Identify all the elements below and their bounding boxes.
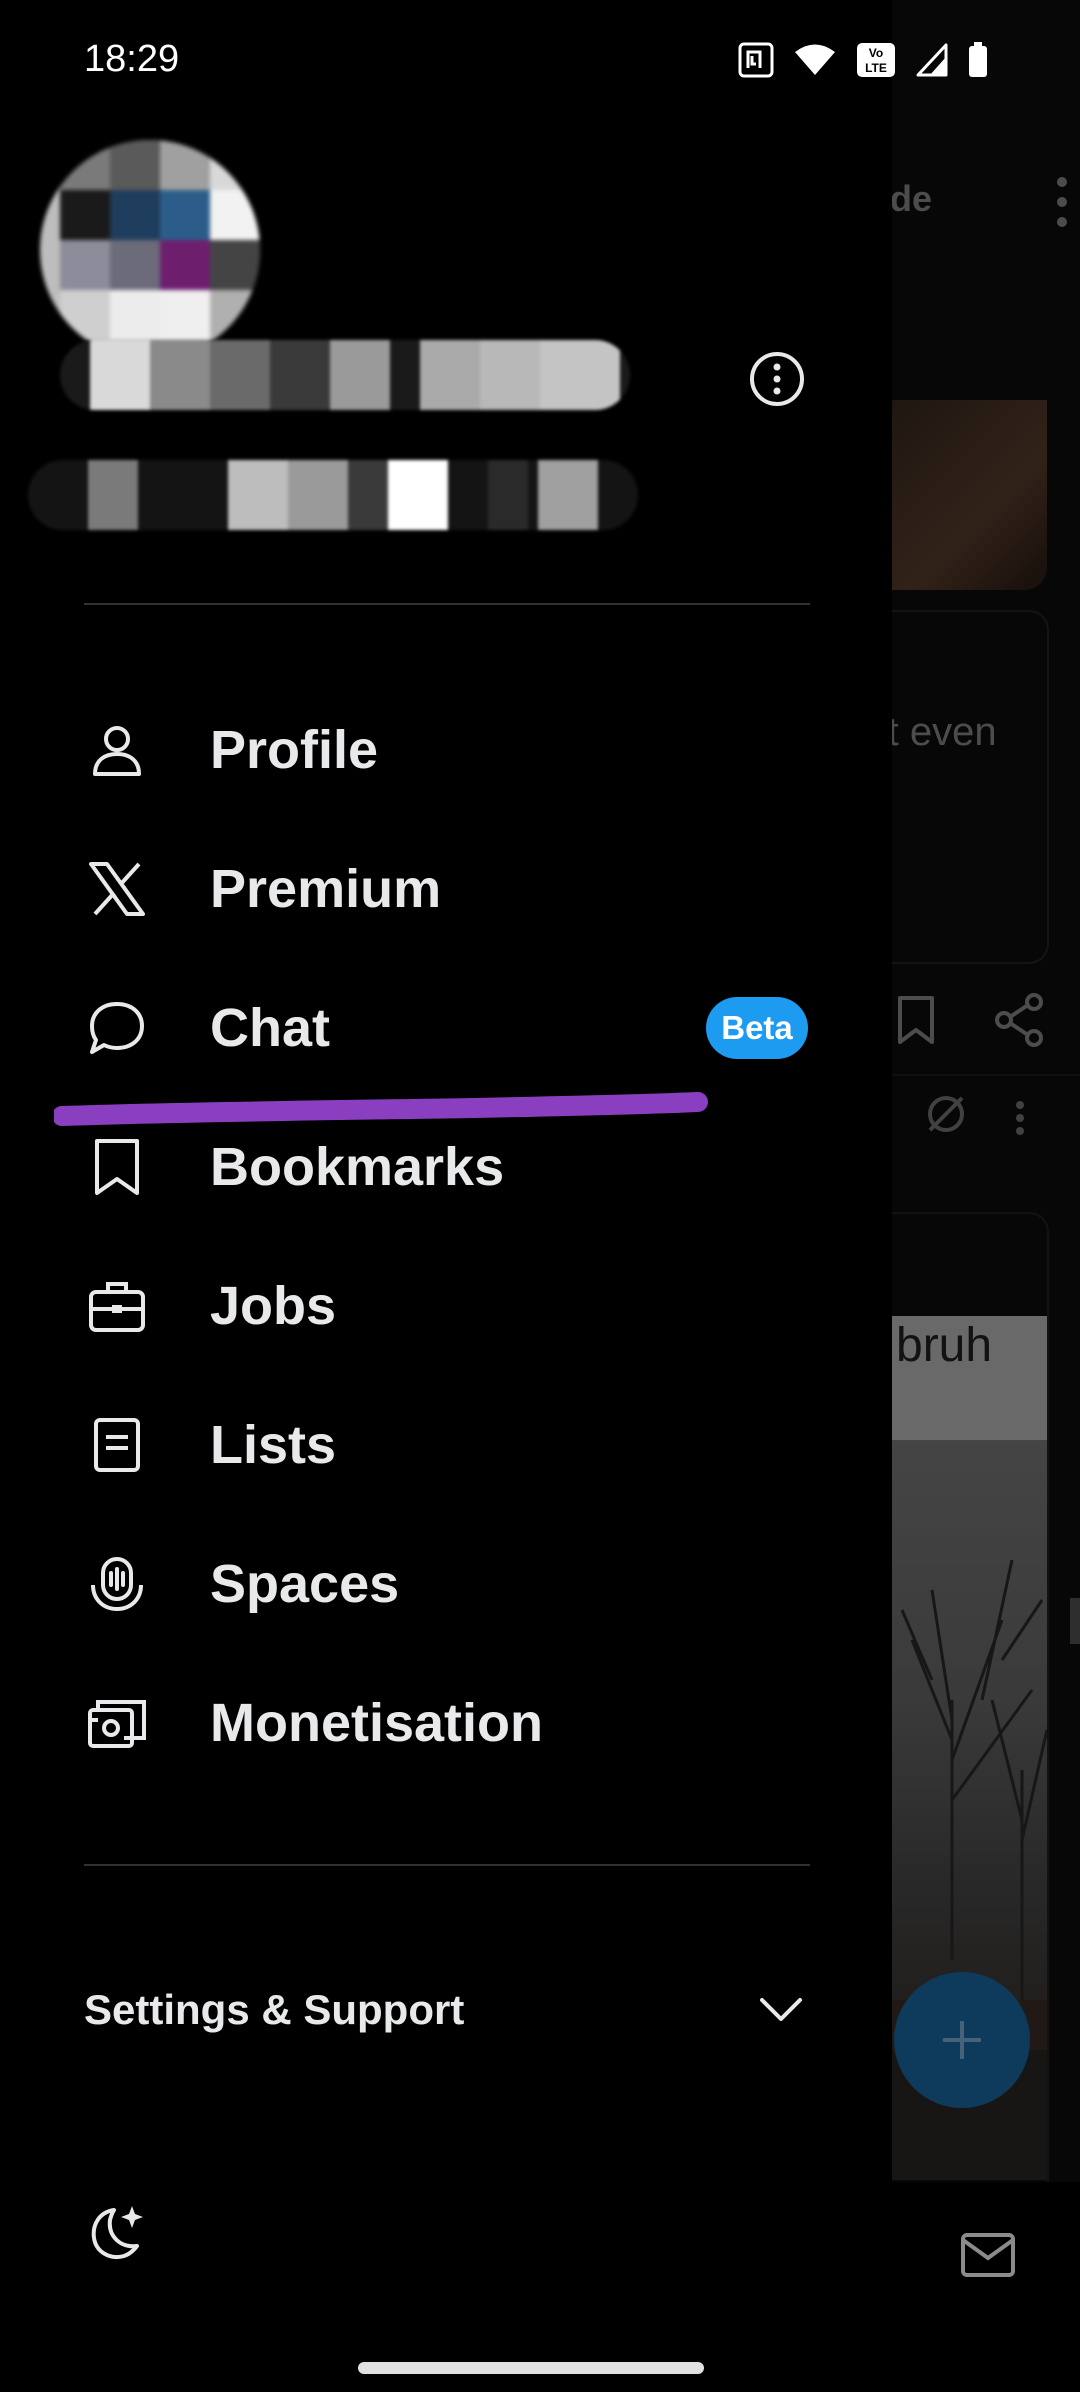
menu-label-profile: Profile	[210, 719, 379, 780]
battery-icon	[969, 42, 987, 77]
money-icon	[84, 1690, 150, 1756]
avatar[interactable]	[40, 140, 260, 360]
svg-text:LTE: LTE	[865, 61, 887, 75]
x-logo-icon	[84, 856, 150, 922]
menu-label-monetisation: Monetisation	[210, 1692, 543, 1753]
menu-item-chat[interactable]: Chat Beta	[0, 958, 892, 1097]
annotation-underline	[54, 1092, 708, 1126]
svg-text:Vo: Vo	[869, 46, 883, 60]
more-circle-icon[interactable]	[748, 350, 806, 408]
mail-icon	[961, 2233, 1015, 2277]
settings-support-row[interactable]: Settings & Support	[0, 1960, 892, 2060]
volte-icon: Vo LTE	[857, 43, 895, 77]
menu-label-chat: Chat	[210, 997, 330, 1058]
menu-label-spaces: Spaces	[210, 1553, 400, 1614]
status-time: 18:29	[84, 38, 180, 80]
beta-badge: Beta	[706, 996, 808, 1059]
microphone-icon	[84, 1551, 150, 1617]
menu-label-jobs: Jobs	[210, 1275, 337, 1336]
menu-item-monetisation[interactable]: Monetisation	[0, 1653, 892, 1792]
person-icon	[84, 717, 150, 783]
profile-header[interactable]	[0, 130, 892, 600]
nfc-icon	[738, 42, 774, 78]
menu-label-premium: Premium	[210, 858, 442, 919]
settings-support-label: Settings & Support	[84, 1986, 465, 2033]
drawer-scrim[interactable]	[892, 0, 1080, 2392]
chevron-down-icon	[760, 1998, 802, 2021]
menu-label-lists: Lists	[210, 1414, 337, 1475]
menu-item-spaces[interactable]: Spaces	[0, 1514, 892, 1653]
menu-label-bookmarks: Bookmarks	[210, 1136, 505, 1197]
menu-item-premium[interactable]: Premium	[0, 819, 892, 958]
menu-item-profile[interactable]: Profile	[0, 680, 892, 819]
background-timeline: ade 't even bruh	[892, 0, 1080, 2392]
status-icons: Vo LTE	[738, 42, 988, 78]
chat-bubble-icon	[84, 995, 150, 1061]
header-divider	[84, 603, 810, 605]
redacted-display-name	[60, 340, 630, 410]
moon-sparkle-icon[interactable]	[84, 2200, 150, 2266]
bookmark-icon	[84, 1134, 150, 1200]
briefcase-icon	[84, 1273, 150, 1339]
menu-item-lists[interactable]: Lists	[0, 1375, 892, 1514]
home-indicator[interactable]	[358, 2362, 704, 2374]
list-icon	[84, 1412, 150, 1478]
menu-divider	[84, 1864, 810, 1866]
status-bar: 18:29 Vo LTE	[0, 0, 1080, 130]
background-bottom-nav	[892, 2182, 1080, 2392]
redacted-username	[28, 460, 638, 530]
signal-icon	[916, 43, 948, 77]
wifi-icon	[795, 44, 835, 75]
menu-item-jobs[interactable]: Jobs	[0, 1236, 892, 1375]
navigation-drawer: Profile Premium Chat Beta Bookmarks Jobs…	[0, 0, 892, 2392]
